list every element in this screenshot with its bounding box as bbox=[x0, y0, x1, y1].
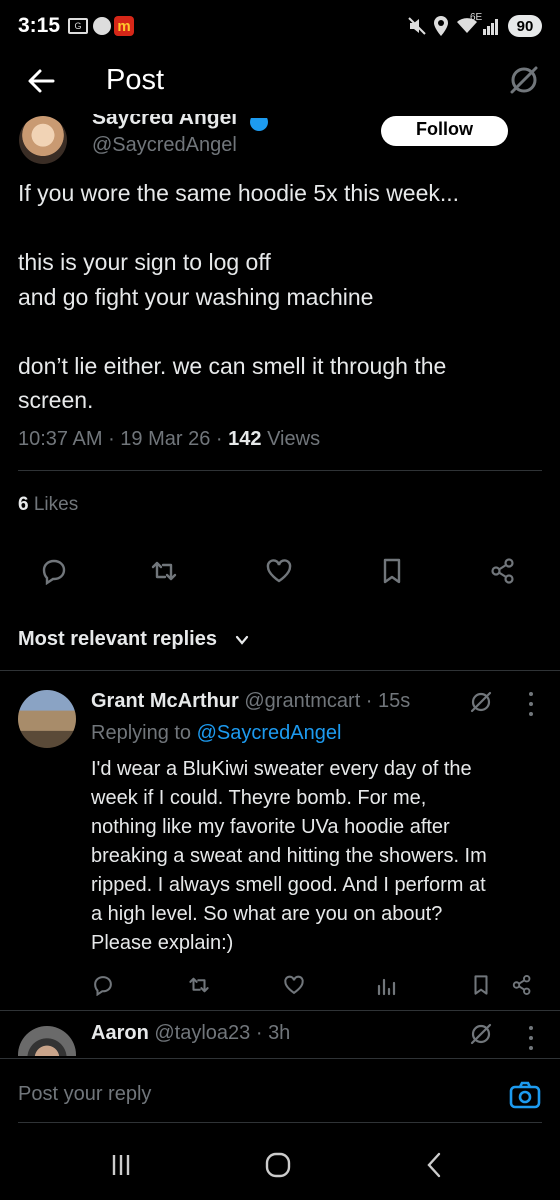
replying-to: Replying to @SaycredAngel bbox=[91, 722, 341, 745]
reply-avatar[interactable] bbox=[18, 690, 76, 748]
reply-text-line: week if I could. Theyre bomb. For me, bbox=[91, 787, 427, 809]
repost-icon[interactable] bbox=[150, 557, 178, 585]
post-text-line: don’t lie either. we can smell it throug… bbox=[18, 352, 447, 379]
gmail-icon: G bbox=[68, 18, 88, 34]
camera-icon[interactable] bbox=[508, 1078, 542, 1112]
reply-author-handle[interactable]: @tayloa23 bbox=[154, 1022, 250, 1044]
post-meta: 10:37 AM · 19 Mar 26 · 142 Views bbox=[18, 428, 321, 450]
divider bbox=[0, 1010, 560, 1011]
reply-avatar[interactable] bbox=[18, 1026, 76, 1056]
status-bar: 3:15 G m 6E 90 bbox=[0, 0, 560, 52]
post-text-line: screen. bbox=[18, 387, 94, 413]
likes-count: 6 bbox=[18, 494, 29, 515]
mute-icon bbox=[408, 17, 426, 35]
divider bbox=[0, 670, 560, 671]
post-time: 10:37 AM bbox=[18, 428, 103, 450]
reply-text-line: ripped. I always smell good. And I perfo… bbox=[91, 874, 486, 896]
share-icon[interactable] bbox=[489, 557, 517, 585]
back-nav-icon[interactable] bbox=[420, 1150, 450, 1180]
grok-icon[interactable] bbox=[469, 690, 493, 714]
mcdonalds-icon: m bbox=[114, 16, 134, 36]
share-icon[interactable] bbox=[511, 974, 533, 996]
grok-icon[interactable] bbox=[469, 1022, 493, 1046]
likes-summary[interactable]: 6 Likes bbox=[18, 494, 78, 516]
follow-button-label: Follow bbox=[416, 118, 473, 139]
reply-text-line: breaking a sweat and hitting the showers… bbox=[91, 845, 487, 867]
reply-compose-input[interactable]: Post your reply bbox=[18, 1083, 151, 1106]
verified-badge-icon bbox=[250, 118, 268, 131]
replying-to-label: Replying to bbox=[91, 722, 192, 744]
reply-time: 3h bbox=[268, 1022, 291, 1044]
bookmark-icon[interactable] bbox=[470, 974, 492, 996]
follow-button[interactable]: Follow bbox=[381, 116, 508, 146]
reply-header: Grant McArthur @grantmcart · 15s bbox=[91, 690, 411, 712]
reply-text-line: I'd wear a BluKiwi sweater every day of … bbox=[91, 758, 472, 780]
location-icon bbox=[434, 16, 448, 36]
reply-time: 15s bbox=[378, 690, 411, 712]
recent-apps-icon[interactable] bbox=[106, 1150, 136, 1180]
more-options-icon[interactable] bbox=[526, 1026, 536, 1050]
signal-icon bbox=[483, 19, 498, 35]
author-avatar[interactable] bbox=[19, 116, 67, 164]
chevron-down-icon[interactable] bbox=[234, 632, 250, 648]
like-icon[interactable] bbox=[265, 557, 293, 585]
reply-author-handle[interactable]: @grantmcart bbox=[244, 690, 360, 712]
page-title: Post bbox=[106, 64, 165, 96]
reply-author-name[interactable]: Aaron bbox=[91, 1022, 149, 1044]
views-count: 142 bbox=[228, 428, 262, 450]
divider bbox=[18, 1122, 542, 1123]
post-text-line bbox=[18, 211, 543, 246]
post-text-line: this is your sign to log off bbox=[18, 249, 271, 275]
network-type: 6E bbox=[470, 12, 483, 23]
post-text: If you wore the same hoodie 5x this week… bbox=[18, 176, 543, 418]
battery-indicator: 90 bbox=[508, 15, 542, 37]
post-text-line: If you wore the same hoodie 5x this week… bbox=[18, 180, 460, 206]
back-arrow-icon[interactable] bbox=[26, 66, 56, 96]
reply-header: Aaron @tayloa23 · 3h bbox=[91, 1022, 291, 1044]
divider bbox=[18, 535, 542, 536]
likes-label: Likes bbox=[33, 494, 79, 515]
author-name[interactable]: Saycred Angel bbox=[92, 114, 237, 130]
divider bbox=[0, 1058, 560, 1059]
reply-icon[interactable] bbox=[92, 974, 114, 997]
reply-sort-dropdown[interactable]: Most relevant replies bbox=[18, 628, 217, 651]
post-text-line bbox=[18, 314, 543, 349]
like-icon[interactable] bbox=[283, 974, 305, 996]
status-time: 3:15 bbox=[18, 14, 61, 37]
reply-author-name[interactable]: Grant McArthur bbox=[91, 690, 239, 712]
post-date: 19 Mar 26 bbox=[120, 428, 211, 450]
divider bbox=[18, 604, 542, 605]
reply-text: I'd wear a BluKiwi sweater every day of … bbox=[91, 755, 541, 958]
author-handle[interactable]: @SaycredAngel bbox=[92, 134, 237, 157]
messenger-icon bbox=[93, 17, 111, 35]
home-icon[interactable] bbox=[263, 1150, 293, 1180]
reply-icon[interactable] bbox=[40, 557, 68, 586]
reply-text-line: Please explain:) bbox=[91, 932, 234, 954]
post-text-line: and go fight your washing machine bbox=[18, 283, 374, 310]
analytics-icon[interactable] bbox=[375, 974, 397, 996]
bookmark-icon[interactable] bbox=[378, 557, 406, 585]
reply-text-line: a high level. So what are you on about? bbox=[91, 903, 443, 925]
reply-text-line: nothing like my favorite UVa hoodie afte… bbox=[91, 816, 450, 838]
replying-to-link[interactable]: @SaycredAngel bbox=[197, 722, 342, 744]
more-options-icon[interactable] bbox=[526, 692, 536, 716]
views-label: Views bbox=[267, 428, 321, 450]
divider bbox=[18, 470, 542, 471]
grok-icon[interactable] bbox=[508, 64, 540, 96]
repost-icon[interactable] bbox=[188, 974, 210, 996]
